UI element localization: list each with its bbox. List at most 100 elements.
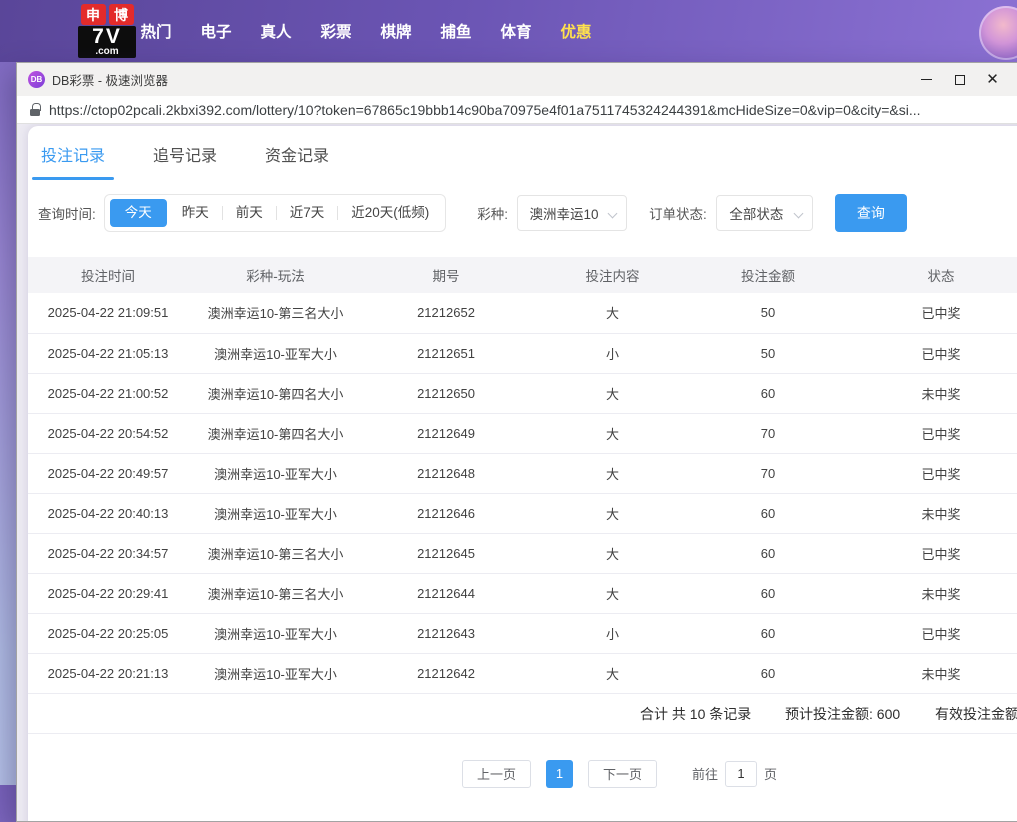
tab-fund-records[interactable]: 资金记录 xyxy=(265,142,329,180)
next-page-button[interactable]: 下一页 xyxy=(588,760,657,788)
chevron-down-icon xyxy=(608,209,618,219)
cell-amount: 70 xyxy=(696,413,840,453)
status-filter-label: 订单状态: xyxy=(649,203,707,223)
bet-table-body: 2025-04-22 21:09:51澳洲幸运10-第三名大小21212652大… xyxy=(28,293,1017,693)
maximize-icon xyxy=(955,75,965,85)
time-option[interactable]: 近7天 xyxy=(277,199,338,227)
cell-content: 大 xyxy=(529,293,696,333)
cell-issue: 21212644 xyxy=(363,573,529,613)
cell-content: 大 xyxy=(529,413,696,453)
tab-bet-records[interactable]: 投注记录 xyxy=(41,142,105,180)
nav-item[interactable]: 棋牌 xyxy=(366,20,426,42)
chevron-down-icon xyxy=(793,209,803,219)
cell-amount: 60 xyxy=(696,573,840,613)
logo-suffix: .com xyxy=(78,47,136,56)
search-button[interactable]: 查询 xyxy=(835,194,907,232)
cell-status: 已中奖 xyxy=(840,533,1017,573)
cell-game: 澳洲幸运10-第三名大小 xyxy=(188,293,363,333)
goto-label: 前往 xyxy=(692,764,718,783)
lock-icon xyxy=(30,103,40,116)
cell-content: 大 xyxy=(529,653,696,693)
cell-amount: 70 xyxy=(696,453,840,493)
lottery-select[interactable]: 澳洲幸运10 xyxy=(517,195,627,231)
table-header-row: 投注时间 彩种-玩法 期号 投注内容 投注金额 状态 xyxy=(28,257,1017,293)
cell-issue: 21212649 xyxy=(363,413,529,453)
nav-item[interactable]: 捕鱼 xyxy=(426,20,486,42)
window-title: DB彩票 - 极速浏览器 xyxy=(52,70,168,89)
minimize-button[interactable] xyxy=(910,63,943,96)
table-row: 2025-04-22 20:40:13澳洲幸运10-亚军大小21212646大6… xyxy=(28,493,1017,533)
bet-records-table: 投注时间 彩种-玩法 期号 投注内容 投注金额 状态 2025-04-22 21… xyxy=(28,257,1017,694)
maximize-button[interactable] xyxy=(943,63,976,96)
cell-time: 2025-04-22 21:05:13 xyxy=(28,333,188,373)
table-row: 2025-04-22 20:29:41澳洲幸运10-第三名大小21212644大… xyxy=(28,573,1017,613)
cell-game: 澳洲幸运10-亚军大小 xyxy=(188,333,363,373)
cell-time: 2025-04-22 20:34:57 xyxy=(28,533,188,573)
window-titlebar[interactable]: DB DB彩票 - 极速浏览器 ✕ xyxy=(17,63,1017,96)
summary-total: 合计 共 10 条记录 xyxy=(640,694,751,734)
cell-time: 2025-04-22 20:40:13 xyxy=(28,493,188,533)
cell-issue: 21212648 xyxy=(363,453,529,493)
pagination: 上一页 1 下一页 前往 页 xyxy=(462,760,1017,788)
cell-game: 澳洲幸运10-第三名大小 xyxy=(188,533,363,573)
time-option[interactable]: 昨天 xyxy=(169,199,222,227)
col-bet-content: 投注内容 xyxy=(529,257,696,293)
cell-content: 大 xyxy=(529,573,696,613)
time-option[interactable]: 近20天(低频) xyxy=(338,199,442,227)
cell-issue: 21212652 xyxy=(363,293,529,333)
cell-issue: 21212650 xyxy=(363,373,529,413)
cell-game: 澳洲幸运10-亚军大小 xyxy=(188,493,363,533)
close-button[interactable]: ✕ xyxy=(976,63,1009,96)
browser-app-icon: DB xyxy=(28,71,45,88)
window-controls: ✕ xyxy=(910,63,1009,96)
cell-time: 2025-04-22 20:29:41 xyxy=(28,573,188,613)
col-bet-time: 投注时间 xyxy=(28,257,188,293)
prev-page-button[interactable]: 上一页 xyxy=(462,760,531,788)
goto-page-input[interactable] xyxy=(725,761,757,787)
cell-time: 2025-04-22 20:54:52 xyxy=(28,413,188,453)
tab-chase-records[interactable]: 追号记录 xyxy=(153,142,217,180)
nav-item[interactable]: 优惠 xyxy=(546,20,606,42)
avatar[interactable] xyxy=(979,6,1017,60)
filter-bar: 查询时间: 今天昨天前天近7天近20天(低频) 彩种: 澳洲幸运10 订单状态:… xyxy=(38,194,1017,232)
nav-item[interactable]: 真人 xyxy=(246,20,306,42)
summary-row: 合计 共 10 条记录 预计投注金额: 600 有效投注金额 xyxy=(28,694,1017,734)
time-option[interactable]: 前天 xyxy=(223,199,276,227)
cell-amount: 60 xyxy=(696,533,840,573)
order-status-select[interactable]: 全部状态 xyxy=(716,195,813,231)
address-bar[interactable]: https://ctop02pcali.2kbxi392.com/lottery… xyxy=(17,96,1017,124)
nav-item[interactable]: 体育 xyxy=(486,20,546,42)
cell-content: 小 xyxy=(529,333,696,373)
table-row: 2025-04-22 20:21:13澳洲幸运10-亚军大小21212642大6… xyxy=(28,653,1017,693)
table-row: 2025-04-22 21:00:52澳洲幸运10-第四名大小21212650大… xyxy=(28,373,1017,413)
cell-status: 已中奖 xyxy=(840,333,1017,373)
summary-valid-amount: 有效投注金额 xyxy=(935,694,1017,734)
cell-game: 澳洲幸运10-第三名大小 xyxy=(188,573,363,613)
table-row: 2025-04-22 21:05:13澳洲幸运10-亚军大小21212651小5… xyxy=(28,333,1017,373)
col-status: 状态 xyxy=(840,257,1017,293)
cell-content: 大 xyxy=(529,373,696,413)
col-game-play: 彩种-玩法 xyxy=(188,257,363,293)
table-row: 2025-04-22 21:09:51澳洲幸运10-第三名大小21212652大… xyxy=(28,293,1017,333)
url-text: https://ctop02pcali.2kbxi392.com/lottery… xyxy=(49,102,921,118)
current-page-button[interactable]: 1 xyxy=(546,760,573,788)
nav-item[interactable]: 电子 xyxy=(186,20,246,42)
cell-time: 2025-04-22 21:00:52 xyxy=(28,373,188,413)
cell-time: 2025-04-22 20:49:57 xyxy=(28,453,188,493)
cell-issue: 21212645 xyxy=(363,533,529,573)
logo-badge-left: 申 xyxy=(81,4,106,25)
nav-item[interactable]: 彩票 xyxy=(306,20,366,42)
nav-item[interactable]: 热门 xyxy=(126,20,186,42)
summary-expected-amount: 预计投注金额: 600 xyxy=(785,694,900,734)
cell-status: 未中奖 xyxy=(840,373,1017,413)
cell-game: 澳洲幸运10-亚军大小 xyxy=(188,453,363,493)
cell-amount: 60 xyxy=(696,493,840,533)
table-row: 2025-04-22 20:54:52澳洲幸运10-第四名大小21212649大… xyxy=(28,413,1017,453)
col-bet-amount: 投注金额 xyxy=(696,257,840,293)
order-status-value: 全部状态 xyxy=(729,203,783,223)
time-option[interactable]: 今天 xyxy=(110,199,167,227)
cell-issue: 21212646 xyxy=(363,493,529,533)
lottery-select-value: 澳洲幸运10 xyxy=(530,203,599,223)
cell-issue: 21212651 xyxy=(363,333,529,373)
cell-time: 2025-04-22 20:25:05 xyxy=(28,613,188,653)
